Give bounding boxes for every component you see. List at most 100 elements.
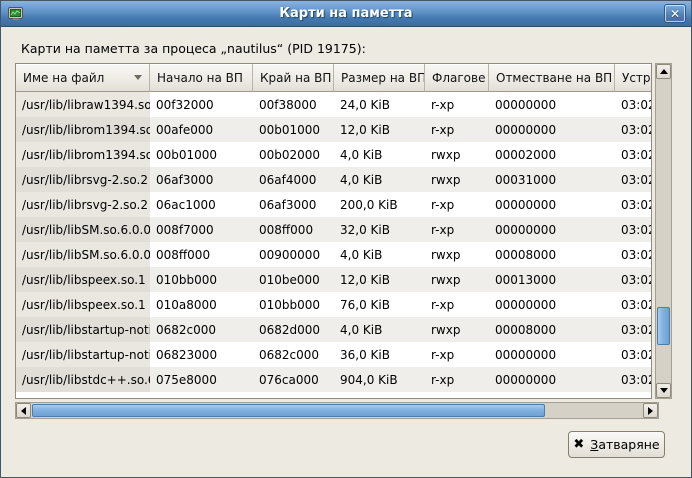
arrow-down-icon [660, 388, 668, 393]
cell-vm_start: 00b01000 [150, 142, 253, 167]
cell-flags: r-xp [425, 117, 489, 142]
table-body: /usr/lib/libraw1394.so00f3200000f3800024… [16, 92, 651, 392]
cell-vm_offset: 00000000 [489, 292, 615, 317]
memory-maps-table: Име на файл Начало на ВП Край на ВПРазмер … [15, 63, 652, 399]
close-button[interactable]: ✖ Затваряне [568, 431, 665, 458]
table-row[interactable]: /usr/lib/librom1394.so00b0100000b020004,… [16, 142, 651, 167]
window-title: Карти на паметта [1, 6, 691, 21]
cell-vm_end: 008ff000 [253, 217, 334, 242]
table-row[interactable]: /usr/lib/libSM.so.6.0.0008ff000009000004… [16, 242, 651, 267]
table-row[interactable]: /usr/lib/libspeex.so.1010bb000010be00012… [16, 267, 651, 292]
column-header-vm_start[interactable]: Начало на ВП [150, 64, 253, 92]
vertical-scrollbar-thumb[interactable] [657, 307, 670, 345]
column-header-vm_end[interactable]: Край на ВП [253, 64, 334, 92]
cell-device: 03:02 [615, 267, 651, 292]
cell-vm_end: 076ca000 [253, 367, 334, 392]
horizontal-scrollbar[interactable] [15, 402, 659, 419]
cell-flags: r-xp [425, 367, 489, 392]
titlebar-close-button[interactable]: ✕ [664, 4, 686, 23]
table-row[interactable]: /usr/lib/libstartup-notification06823000… [16, 342, 651, 367]
cell-vm_end: 06af3000 [253, 192, 334, 217]
cell-flags: r-xp [425, 92, 489, 117]
cell-flags: r-xp [425, 217, 489, 242]
column-header-label: Устройство [622, 71, 651, 85]
cell-device: 03:02 [615, 92, 651, 117]
cell-vm_size: 32,0 KiB [334, 217, 425, 242]
cell-vm_size: 4,0 KiB [334, 167, 425, 192]
close-button-label: Затваряне [590, 437, 659, 452]
cell-vm_size: 4,0 KiB [334, 142, 425, 167]
cell-vm_offset: 00000000 [489, 92, 615, 117]
cell-vm_offset: 00008000 [489, 242, 615, 267]
cell-filename: /usr/lib/libSM.so.6.0.0 [16, 217, 150, 242]
cell-filename: /usr/lib/librom1394.so [16, 142, 150, 167]
scroll-up-button[interactable] [656, 64, 671, 79]
column-header-label: Край на ВП [260, 71, 331, 85]
cell-vm_size: 4,0 KiB [334, 317, 425, 342]
cell-vm_start: 00afe000 [150, 117, 253, 142]
table-row[interactable]: /usr/lib/libSM.so.6.0.0008f7000008ff0003… [16, 217, 651, 242]
cell-vm_offset: 00002000 [489, 142, 615, 167]
cell-vm_offset: 00000000 [489, 342, 615, 367]
horizontal-scrollbar-thumb[interactable] [32, 404, 545, 417]
column-header-vm_offset[interactable]: Отместване на ВП [489, 64, 615, 92]
table-row[interactable]: /usr/lib/libraw1394.so00f3200000f3800024… [16, 92, 651, 117]
cell-vm_end: 06af4000 [253, 167, 334, 192]
titlebar[interactable]: Карти на паметта ✕ [1, 1, 691, 27]
cell-vm_offset: 00000000 [489, 367, 615, 392]
cell-flags: rwxp [425, 167, 489, 192]
cell-vm_start: 010a8000 [150, 292, 253, 317]
arrow-left-icon [21, 407, 26, 415]
cell-filename: /usr/lib/libraw1394.so [16, 92, 150, 117]
cell-vm_offset: 00008000 [489, 317, 615, 342]
table-row[interactable]: /usr/lib/libspeex.so.1010a8000010bb00076… [16, 292, 651, 317]
scroll-down-button[interactable] [656, 383, 671, 398]
cell-flags: rwxp [425, 242, 489, 267]
close-icon: ✕ [670, 8, 680, 20]
cell-device: 03:02 [615, 192, 651, 217]
cell-device: 03:02 [615, 317, 651, 342]
arrow-up-icon [660, 69, 668, 74]
cell-filename: /usr/lib/librsvg-2.so.2 [16, 192, 150, 217]
column-header-flags[interactable]: Флагове [425, 64, 489, 92]
cell-vm_end: 010bb000 [253, 292, 334, 317]
column-header-label: Флагове [432, 71, 485, 85]
cell-filename: /usr/lib/libstartup-notification [16, 342, 150, 367]
table-header: Име на файл Начало на ВП Край на ВПРазмер … [16, 64, 651, 92]
cell-device: 03:02 [615, 367, 651, 392]
scroll-right-button[interactable] [643, 403, 658, 418]
cell-flags: r-xp [425, 342, 489, 367]
scroll-left-button[interactable] [16, 403, 31, 418]
cell-filename: /usr/lib/libspeex.so.1 [16, 292, 150, 317]
table-row[interactable]: /usr/lib/librom1394.so00afe00000b0100012… [16, 117, 651, 142]
cell-vm_start: 06af3000 [150, 167, 253, 192]
table-row[interactable]: /usr/lib/librsvg-2.so.206af300006af40004… [16, 167, 651, 192]
vertical-scrollbar[interactable] [655, 63, 672, 399]
cell-device: 03:02 [615, 342, 651, 367]
cell-vm_start: 010bb000 [150, 267, 253, 292]
system-monitor-icon [7, 5, 25, 23]
cell-vm_start: 06823000 [150, 342, 253, 367]
cell-vm_start: 075e8000 [150, 367, 253, 392]
column-header-filename[interactable]: Име на файл [16, 64, 150, 92]
close-x-icon: ✖ [573, 438, 584, 451]
cell-vm_offset: 00000000 [489, 117, 615, 142]
cell-vm_size: 24,0 KiB [334, 92, 425, 117]
table-row[interactable]: /usr/lib/libstdc++.so.6075e8000076ca0009… [16, 367, 651, 392]
cell-vm_size: 36,0 KiB [334, 342, 425, 367]
cell-vm_end: 0682d000 [253, 317, 334, 342]
table-row[interactable]: /usr/lib/librsvg-2.so.206ac100006af30002… [16, 192, 651, 217]
cell-device: 03:02 [615, 217, 651, 242]
cell-vm_start: 008ff000 [150, 242, 253, 267]
cell-device: 03:02 [615, 142, 651, 167]
cell-filename: /usr/lib/libspeex.so.1 [16, 267, 150, 292]
cell-vm_size: 12,0 KiB [334, 117, 425, 142]
column-header-label: Име на файл [23, 71, 104, 85]
cell-vm_size: 76,0 KiB [334, 292, 425, 317]
table-row[interactable]: /usr/lib/libstartup-notification0682c000… [16, 317, 651, 342]
cell-vm_size: 200,0 KiB [334, 192, 425, 217]
column-header-device[interactable]: Устройство [615, 64, 651, 92]
column-header-vm_size[interactable]: Размер на ВП [334, 64, 425, 92]
cell-filename: /usr/lib/librom1394.so [16, 117, 150, 142]
cell-device: 03:02 [615, 292, 651, 317]
